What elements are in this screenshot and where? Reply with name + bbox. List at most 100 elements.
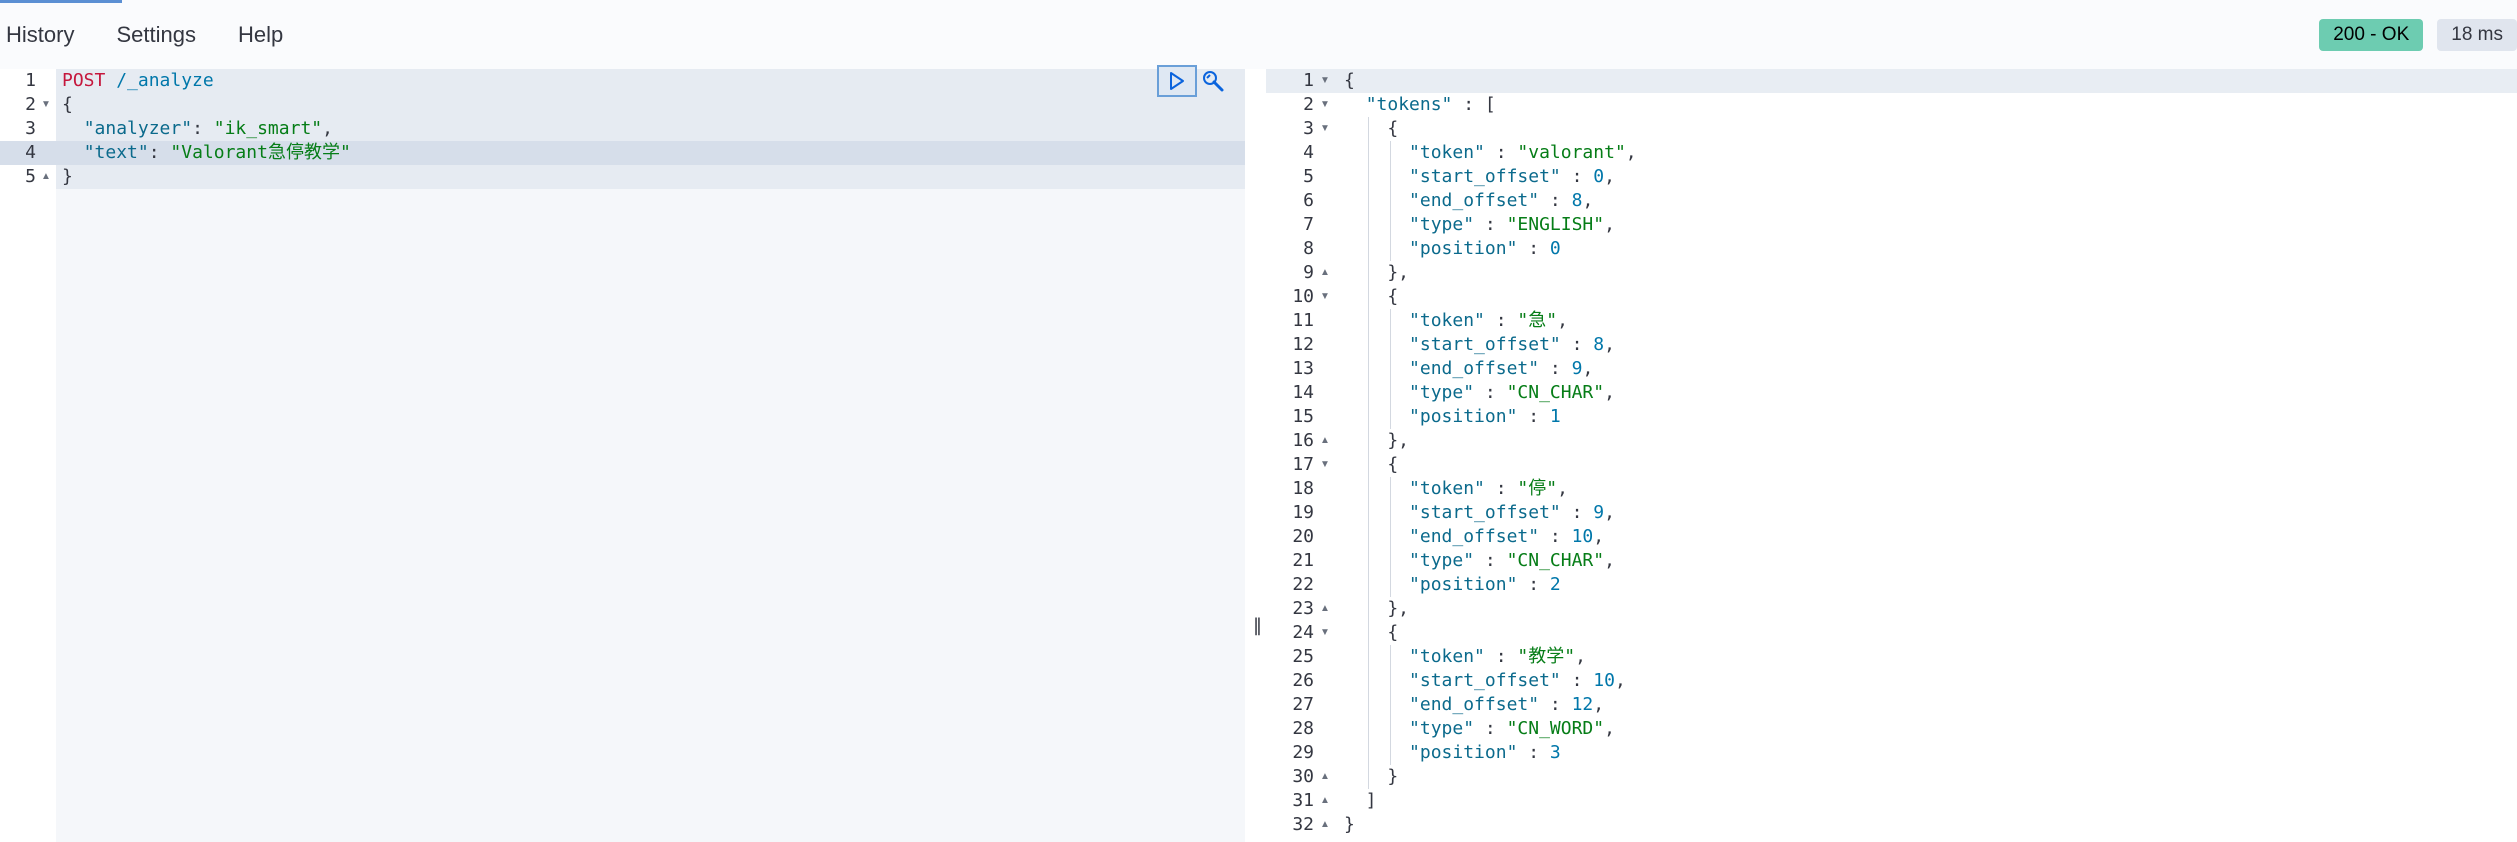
fold-close-icon[interactable]: ▲ [1320, 429, 1330, 453]
line-number: 4 [1303, 142, 1314, 163]
line-number: 12 [1292, 334, 1314, 355]
request-options-button[interactable] [1197, 65, 1229, 97]
fold-close-icon[interactable]: ▲ [1320, 765, 1330, 789]
fold-open-icon[interactable]: ▼ [1320, 285, 1330, 309]
fold-open-icon[interactable]: ▼ [1320, 69, 1330, 93]
response-line: { [1344, 70, 1355, 91]
response-line: "position" : 2 [1409, 574, 1561, 595]
text-value: "Valorant急停教学" [170, 142, 351, 163]
fold-open-icon[interactable]: ▼ [1320, 621, 1330, 645]
line-number: 9 [1303, 262, 1314, 283]
fold-open-icon[interactable]: ▼ [41, 93, 51, 117]
line-number: 29 [1292, 742, 1314, 763]
open-brace: { [62, 94, 73, 115]
line-number: 16 [1292, 430, 1314, 451]
response-line: "type" : "ENGLISH", [1409, 214, 1615, 235]
response-line: "type" : "CN_CHAR", [1409, 382, 1615, 403]
fold-open-icon[interactable]: ▼ [1320, 117, 1330, 141]
indent-guide [1390, 141, 1391, 261]
menu-help[interactable]: Help [232, 22, 297, 48]
indent-guide [1390, 309, 1391, 429]
line-number: 7 [1303, 214, 1314, 235]
line-number: 19 [1292, 502, 1314, 523]
line-number: 1 [1303, 70, 1314, 91]
request-line-4: "text": "Valorant急停教学" [83, 142, 351, 163]
response-line: }, [1344, 598, 1410, 619]
response-line: "end_offset" : 12, [1409, 694, 1605, 715]
fold-close-icon[interactable]: ▲ [41, 165, 51, 189]
play-icon [1170, 72, 1184, 90]
line-number: 14 [1292, 382, 1314, 403]
response-line: "token" : "停", [1409, 478, 1568, 499]
line-number: 15 [1292, 406, 1314, 427]
response-line: { [1344, 286, 1399, 307]
line-number: 2 [25, 94, 36, 115]
line-number: 5 [1303, 166, 1314, 187]
line-number: 5 [25, 166, 36, 187]
request-editor[interactable]: 1 2 ▼ 3 4 5 ▲ POST /_analyze { "analyzer… [0, 69, 1245, 842]
response-code-area[interactable]: { "tokens" : [ { "token" : "valorant", "… [1340, 69, 2517, 842]
line-number: 23 [1292, 598, 1314, 619]
response-line: "end_offset" : 9, [1409, 358, 1594, 379]
request-method: POST [62, 70, 106, 91]
response-line: "tokens" : [ [1365, 94, 1496, 115]
fold-close-icon[interactable]: ▲ [1320, 813, 1330, 837]
response-line: }, [1344, 430, 1410, 451]
response-line: "token" : "valorant", [1409, 142, 1637, 163]
response-viewer[interactable]: 1 ▼ 2 ▼ 3 ▼ 4 5 6 7 8 9 ▲ 10 ▼ 11 12 13 14 15 16 ▲ 17 ▼ 18 19 20 21… [1266, 69, 2517, 842]
line-number: 32 [1292, 814, 1314, 835]
request-line-1: POST /_analyze [62, 69, 214, 93]
fold-close-icon[interactable]: ▲ [1320, 789, 1330, 813]
line-number: 4 [25, 142, 36, 163]
analyzer-value: "ik_smart" [213, 118, 323, 139]
request-line-3: "analyzer": "ik_smart", [83, 118, 333, 139]
menu-settings[interactable]: Settings [110, 22, 210, 48]
fold-close-icon[interactable]: ▲ [1320, 597, 1330, 621]
response-line: "start_offset" : 10, [1409, 670, 1626, 691]
response-line: "token" : "急", [1409, 310, 1568, 331]
line-number: 21 [1292, 550, 1314, 571]
line-number: 28 [1292, 718, 1314, 739]
line-number: 18 [1292, 478, 1314, 499]
pane-resizer[interactable]: ‖ [1245, 69, 1266, 842]
line-number: 27 [1292, 694, 1314, 715]
indent-guide [1390, 645, 1391, 765]
response-line: "type" : "CN_CHAR", [1409, 550, 1615, 571]
response-line: "start_offset" : 8, [1409, 334, 1615, 355]
close-brace: } [62, 166, 73, 187]
request-code-area[interactable]: POST /_analyze { "analyzer": "ik_smart",… [56, 69, 1245, 842]
line-number: 25 [1292, 646, 1314, 667]
line-number: 22 [1292, 574, 1314, 595]
request-path: /_analyze [116, 70, 214, 91]
response-line: "position" : 3 [1409, 742, 1561, 763]
line-number: 31 [1292, 790, 1314, 811]
resize-grip-icon[interactable]: ‖ [1253, 615, 1262, 636]
line-number: 1 [25, 70, 36, 91]
line-number: 11 [1292, 310, 1314, 331]
line-number: 30 [1292, 766, 1314, 787]
response-gutter: 1 ▼ 2 ▼ 3 ▼ 4 5 6 7 8 9 ▲ 10 ▼ 11 12 13 14 15 16 ▲ 17 ▼ 18 19 20 21… [1266, 69, 1340, 842]
line-number: 26 [1292, 670, 1314, 691]
response-line: "type" : "CN_WORD", [1409, 718, 1615, 739]
request-actions [1157, 65, 1229, 97]
response-line: } [1344, 766, 1399, 787]
line-number: 8 [1303, 238, 1314, 259]
fold-open-icon[interactable]: ▼ [1320, 453, 1330, 477]
active-line-highlight [1340, 69, 2517, 93]
line-number: 13 [1292, 358, 1314, 379]
line-number: 17 [1292, 454, 1314, 475]
response-line: "end_offset" : 10, [1409, 526, 1605, 547]
fold-open-icon[interactable]: ▼ [1320, 93, 1330, 117]
request-line-5: } [62, 165, 73, 189]
run-request-button[interactable] [1157, 65, 1197, 97]
indent-guide [1368, 117, 1369, 789]
response-line: "position" : 1 [1409, 406, 1561, 427]
text-key: "text" [83, 142, 149, 163]
line-number: 3 [1303, 118, 1314, 139]
response-line: { [1344, 118, 1399, 139]
response-line: "position" : 0 [1409, 238, 1561, 259]
line-number: 24 [1292, 622, 1314, 643]
fold-close-icon[interactable]: ▲ [1320, 261, 1330, 285]
response-line: }, [1344, 262, 1410, 283]
menu-history[interactable]: History [0, 22, 88, 48]
